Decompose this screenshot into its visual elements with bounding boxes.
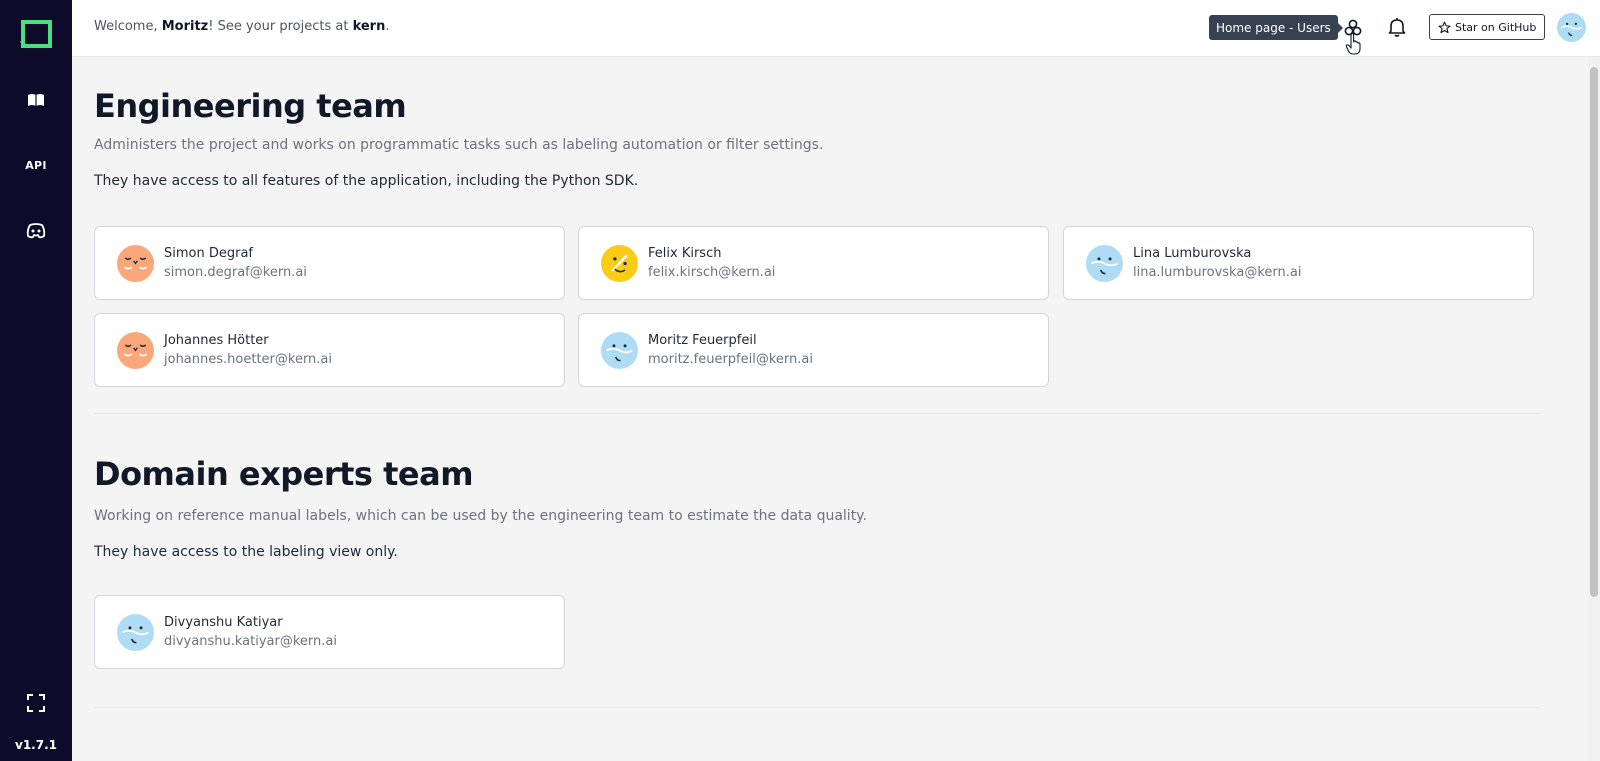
- user-card[interactable]: Johannes Hötter johannes.hoetter@kern.ai: [94, 313, 565, 387]
- user-email: felix.kirsch@kern.ai: [648, 265, 776, 280]
- discord-icon[interactable]: [0, 220, 72, 242]
- user-email: johannes.hoetter@kern.ai: [164, 352, 333, 367]
- domain-experts-team-access: They have access to the labeling view on…: [94, 544, 398, 560]
- bell-icon[interactable]: [1386, 16, 1408, 38]
- welcome-suffix: .: [385, 19, 390, 34]
- main-content: Engineering team Administers the project…: [72, 57, 1600, 761]
- scrollbar-thumb[interactable]: [1590, 67, 1598, 597]
- version-label: v1.7.1: [15, 738, 57, 752]
- user-name: Divyanshu Katiyar: [164, 615, 283, 630]
- avatar-orange: [117, 245, 154, 282]
- welcome-message: Welcome, Moritz! See your projects at ke…: [94, 19, 389, 34]
- user-card[interactable]: Simon Degraf simon.degraf@kern.ai: [94, 226, 565, 300]
- kern-logo[interactable]: [19, 19, 52, 49]
- user-card[interactable]: Divyanshu Katiyar divyanshu.katiyar@kern…: [94, 595, 565, 669]
- welcome-brand: kern: [352, 19, 386, 34]
- user-name: Lina Lumburovska: [1133, 246, 1252, 261]
- user-avatar[interactable]: [1557, 13, 1586, 42]
- user-name: Simon Degraf: [164, 246, 254, 261]
- user-email: simon.degraf@kern.ai: [164, 265, 307, 280]
- user-name: Felix Kirsch: [648, 246, 722, 261]
- user-email: moritz.feuerpfeil@kern.ai: [648, 352, 813, 367]
- avatar-yellow: [601, 245, 638, 282]
- avatar-blue: [1086, 245, 1123, 282]
- user-email: divyanshu.katiyar@kern.ai: [164, 634, 337, 649]
- user-card[interactable]: Lina Lumburovska lina.lumburovska@kern.a…: [1063, 226, 1534, 300]
- section-divider: [94, 413, 1540, 414]
- avatar-blue: [601, 332, 638, 369]
- user-name: Moritz Feuerpfeil: [648, 333, 757, 348]
- engineering-team-title: Engineering team: [94, 87, 407, 125]
- scrollbar[interactable]: [1588, 57, 1600, 761]
- avatar-blue: [117, 614, 154, 651]
- avatar-orange: [117, 332, 154, 369]
- user-card[interactable]: Moritz Feuerpfeil moritz.feuerpfeil@kern…: [578, 313, 1049, 387]
- top-header: Welcome, Moritz! See your projects at ke…: [72, 0, 1600, 57]
- star-on-github-button[interactable]: Star on GitHub: [1429, 14, 1546, 40]
- engineering-team-access: They have access to all features of the …: [94, 173, 639, 189]
- user-email: lina.lumburovska@kern.ai: [1133, 265, 1302, 280]
- section-divider: [94, 707, 1540, 708]
- sidebar: API v1.7.1: [0, 0, 72, 761]
- engineering-team-description: Administers the project and works on pro…: [94, 137, 824, 153]
- domain-experts-team-title: Domain experts team: [94, 455, 474, 493]
- hand-cursor-icon: [1345, 33, 1361, 55]
- user-card[interactable]: Felix Kirsch felix.kirsch@kern.ai: [578, 226, 1049, 300]
- star-icon: [1438, 21, 1451, 33]
- welcome-prefix: Welcome,: [94, 19, 162, 34]
- documentation-book-icon[interactable]: [0, 90, 72, 110]
- domain-experts-team-description: Working on reference manual labels, whic…: [94, 508, 867, 524]
- fullscreen-icon[interactable]: [0, 693, 72, 713]
- welcome-user-name: Moritz: [161, 19, 209, 34]
- user-name: Johannes Hötter: [164, 333, 269, 348]
- users-tooltip: Home page - Users: [1209, 15, 1343, 40]
- api-link[interactable]: API: [0, 155, 72, 175]
- github-label: Star on GitHub: [1455, 20, 1537, 34]
- welcome-middle: ! See your projects at: [208, 19, 353, 34]
